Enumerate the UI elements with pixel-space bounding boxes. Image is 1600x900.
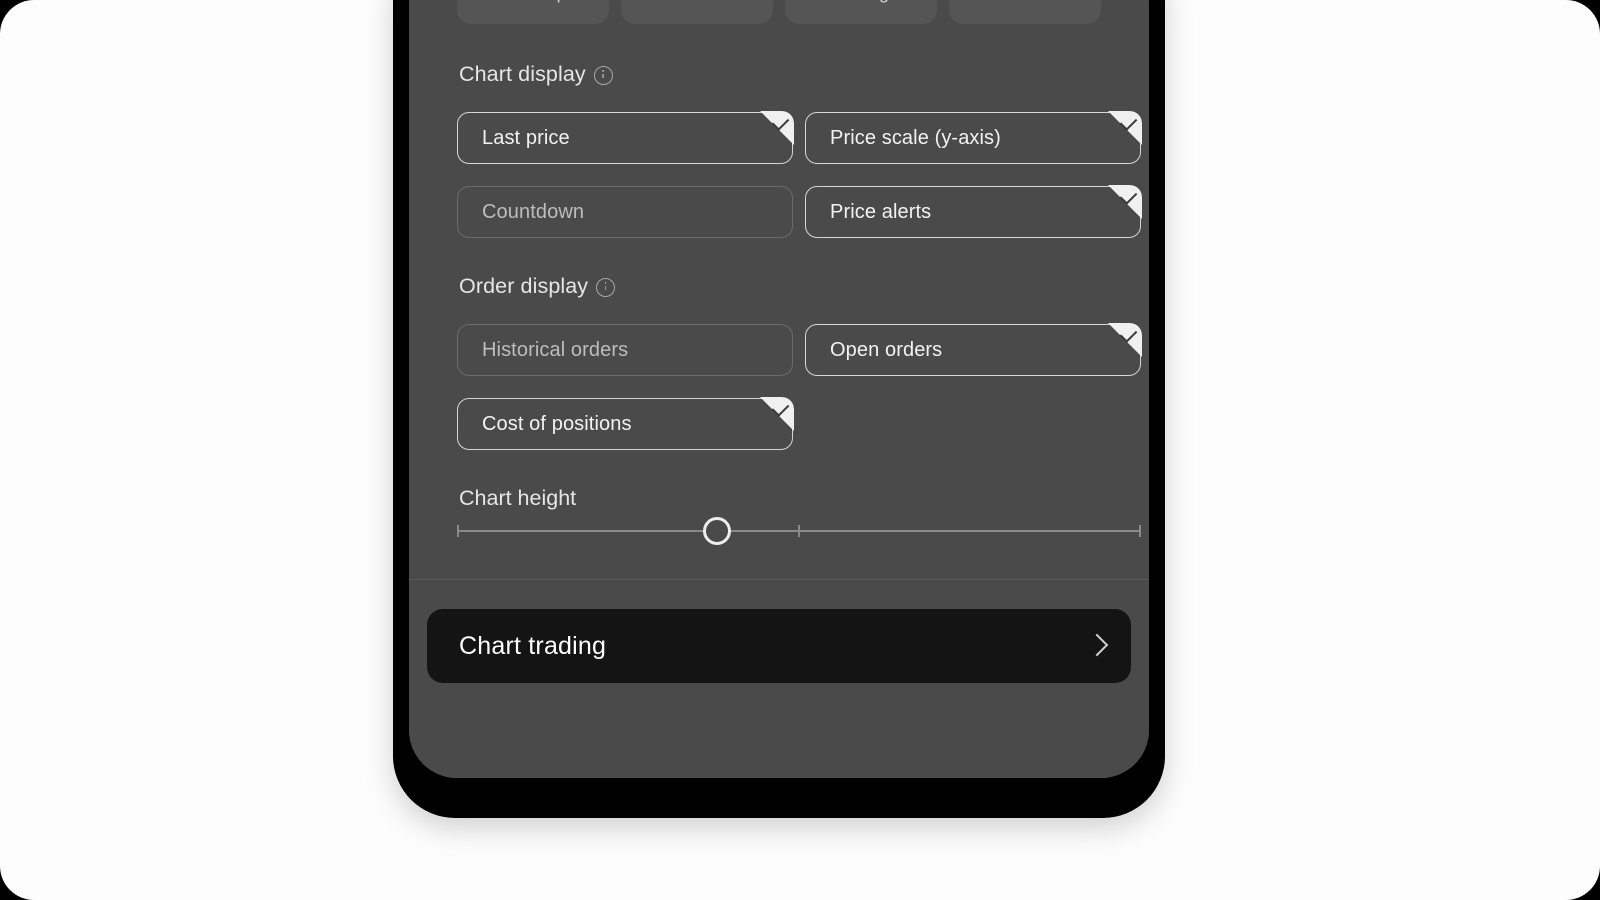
section-divider: [409, 579, 1149, 580]
toolbar-label-landscape: Landscape: [490, 0, 577, 4]
chip-label-countdown: Countdown: [482, 200, 585, 223]
toolbar-label-indicators: Indicators: [659, 0, 736, 4]
toolbar-label-drawings: Drawings: [824, 0, 898, 4]
phone-screen: Landscape Indicators: [409, 0, 1149, 778]
checkmark-corner-icon: [1108, 323, 1142, 357]
chip-label-price-scale: Price scale (y-axis): [830, 126, 1001, 149]
chip-historical-orders[interactable]: Historical orders: [457, 324, 793, 376]
chart-toolbar: Landscape Indicators: [409, 0, 1149, 26]
chart-display-heading: Chart display: [459, 62, 613, 87]
order-display-title: Order display: [459, 274, 589, 298]
toolbar-button-indicators[interactable]: Indicators: [621, 0, 773, 24]
checkmark-corner-icon: [760, 111, 794, 145]
checkmark-corner-icon: [1108, 185, 1142, 219]
page-card: Landscape Indicators: [0, 0, 1600, 900]
info-circle-icon[interactable]: [593, 66, 613, 85]
chip-open-orders[interactable]: Open orders: [805, 323, 1142, 376]
chart-settings-sheet: Landscape Indicators: [409, 0, 1149, 778]
chip-last-price[interactable]: Last price: [457, 111, 794, 164]
chip-label-historical-orders: Historical orders: [482, 338, 629, 361]
slider-tick-max: [1139, 525, 1141, 537]
chip-countdown[interactable]: Countdown: [457, 186, 793, 238]
chart-trading-row[interactable]: Chart trading: [427, 609, 1131, 683]
chip-cost-of-positions[interactable]: Cost of positions: [457, 397, 794, 450]
chart-display-title: Chart display: [459, 62, 586, 86]
checkmark-corner-icon: [1108, 111, 1142, 145]
toolbar-button-more[interactable]: More: [949, 0, 1101, 24]
chevron-right-icon: [1089, 633, 1103, 659]
slider-tick-min: [457, 525, 459, 537]
chart-height-label: Chart height: [459, 486, 577, 510]
chip-label-price-alerts: Price alerts: [830, 200, 932, 223]
info-circle-icon[interactable]: [596, 278, 616, 297]
toolbar-button-landscape[interactable]: Landscape: [457, 0, 609, 24]
slider-thumb[interactable]: [702, 517, 731, 545]
chip-price-scale[interactable]: Price scale (y-axis): [805, 111, 1142, 164]
order-display-heading: Order display: [459, 274, 616, 299]
chip-price-alerts[interactable]: Price alerts: [805, 185, 1142, 238]
slider-tick-mid: [798, 525, 800, 537]
chip-label-open-orders: Open orders: [830, 338, 943, 361]
checkmark-corner-icon: [760, 397, 794, 431]
chip-label-cost-of-positions: Cost of positions: [482, 412, 632, 435]
toolbar-label-more: More: [1005, 0, 1045, 4]
chip-label-last-price: Last price: [482, 126, 570, 149]
chart-height-slider[interactable]: [457, 514, 1141, 548]
toolbar-button-drawings[interactable]: Drawings: [785, 0, 937, 24]
chart-trading-label: Chart trading: [459, 631, 607, 660]
phone-device-frame: Landscape Indicators: [393, 0, 1165, 818]
